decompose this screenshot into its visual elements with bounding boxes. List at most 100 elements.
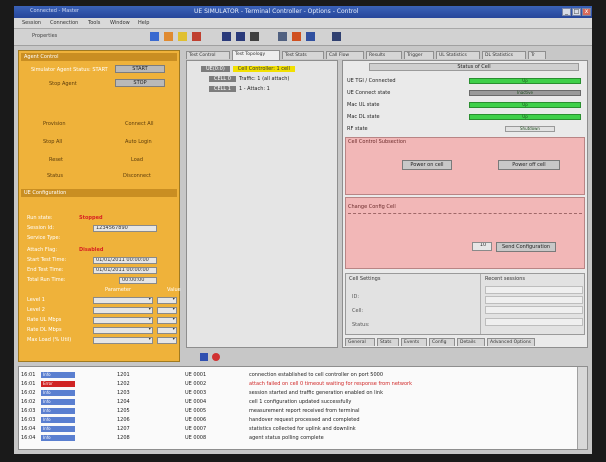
log-ue-id: UE 0001	[185, 372, 207, 378]
subtab-events[interactable]: Events	[401, 338, 427, 346]
tab-test-topology[interactable]: Test Topology	[232, 50, 280, 60]
play-icon[interactable]	[292, 32, 301, 41]
change-config-section: Change Config Cell 10 Send Configuration	[345, 197, 585, 269]
log-row[interactable]: 16:02 Info 1203 UE 0003 session started …	[21, 389, 585, 397]
monitor-icon[interactable]	[222, 32, 231, 41]
menu-connection[interactable]: Connection	[50, 20, 78, 26]
power-off-cell-button[interactable]: Power off cell	[498, 160, 560, 170]
total-run-time-field[interactable]: 00:00:00	[119, 277, 157, 284]
action-stop-all[interactable]: Stop All	[43, 139, 62, 145]
toolbar-label: Properties	[32, 33, 58, 39]
save-icon[interactable]	[150, 32, 159, 41]
subtab-advanced-options[interactable]: Advanced Options	[487, 338, 535, 346]
param-row-3-value[interactable]	[157, 317, 177, 324]
cell-control-section: Cell Control Subsection Power on cell Po…	[345, 137, 585, 195]
action-provision[interactable]: Provision	[43, 121, 66, 127]
minimize-button[interactable]: _	[562, 8, 571, 16]
tab-call-flow[interactable]: Call Flow	[326, 51, 364, 59]
tab-trigger[interactable]: Trigger	[404, 51, 434, 59]
list-item[interactable]	[485, 286, 583, 294]
menu-tools[interactable]: Tools	[88, 20, 100, 26]
list-item[interactable]	[485, 306, 583, 314]
menu-bar: Session Connection Tools Window Help	[14, 18, 592, 29]
log-row[interactable]: 16:04 Info 1207 UE 0007 statistics colle…	[21, 425, 585, 433]
action-connect-all[interactable]: Connect All	[125, 121, 153, 127]
param-row-5-value[interactable]	[157, 337, 177, 344]
stop-button[interactable]: STOP	[115, 79, 165, 87]
log-code: 1201	[117, 372, 130, 378]
status-label: Mac UL state	[347, 102, 380, 108]
session-id-field[interactable]: 1234567890	[93, 225, 157, 232]
list-item[interactable]	[485, 318, 583, 326]
log-row[interactable]: 16:03 Info 1206 UE 0006 handover request…	[21, 416, 585, 424]
send-configuration-button[interactable]: Send Configuration	[496, 242, 556, 252]
tree-row[interactable]: CELL 0 Traffic: 1 (all attach)	[209, 75, 289, 83]
print-icon[interactable]	[192, 32, 201, 41]
tree-row[interactable]: CELL 11 - Attach: 1	[209, 85, 270, 93]
tab-test-stats[interactable]: Test Stats	[282, 51, 324, 59]
menu-help[interactable]: Help	[138, 20, 149, 26]
tree-row[interactable]: UE(0:0) Cell Controller: 1 cell	[201, 65, 298, 73]
status-label: RF state	[347, 126, 368, 132]
tab-results[interactable]: Results	[366, 51, 402, 59]
tab-dl-statistics[interactable]: DL Statistics	[482, 51, 526, 59]
end-time-field[interactable]: 01/01/2011 00:00:00	[93, 267, 157, 274]
log-code: 1205	[117, 408, 130, 414]
total-run-time-label: Total Run Time:	[27, 277, 66, 283]
start-time-field[interactable]: 01/01/2011 00:00:00	[93, 257, 157, 264]
param-row-2-value[interactable]	[157, 307, 177, 314]
subtab-details[interactable]: Details	[457, 338, 485, 346]
status-header: Status of Cell	[369, 63, 579, 71]
recent-sessions-list[interactable]: Recent sessions	[480, 274, 585, 334]
subtab-config[interactable]: Config	[429, 338, 455, 346]
param-row-5-select[interactable]	[93, 337, 153, 344]
subtab-general[interactable]: General	[345, 338, 375, 346]
key-icon[interactable]	[278, 32, 287, 41]
log-row[interactable]: 16:01 Error 1202 UE 0002 attach failed o…	[21, 380, 585, 388]
network-icon[interactable]	[236, 32, 245, 41]
param-row-4-value[interactable]	[157, 327, 177, 334]
tab-test-control[interactable]: Test Control	[186, 51, 230, 59]
log-row[interactable]: 16:02 Info 1204 UE 0004 cell 1 configura…	[21, 398, 585, 406]
table-header-value: Value	[167, 287, 181, 293]
tab-ul-statistics[interactable]: UL Statistics	[436, 51, 480, 59]
log-row[interactable]: 16:04 Info 1208 UE 0008 agent status pol…	[21, 434, 585, 442]
param-row-1-value[interactable]	[157, 297, 177, 304]
tab-overflow[interactable]: Tr	[528, 51, 546, 59]
lock-icon[interactable]	[250, 32, 259, 41]
action-status[interactable]: Status	[47, 173, 63, 179]
start-button[interactable]: START	[115, 65, 165, 73]
settings-icon[interactable]	[332, 32, 341, 41]
recent-sessions-title: Recent sessions	[485, 276, 525, 282]
subtab-stats[interactable]: Stats	[377, 338, 399, 346]
log-scrollbar[interactable]	[577, 367, 587, 449]
folder-icon[interactable]	[178, 32, 187, 41]
log-row[interactable]: 16:03 Info 1205 UE 0005 measurement repo…	[21, 407, 585, 415]
open-icon[interactable]	[164, 32, 173, 41]
action-disconnect[interactable]: Disconnect	[123, 173, 151, 179]
action-reset[interactable]: Reset	[49, 157, 63, 163]
log-level-badge: Info	[41, 426, 75, 432]
log-clear-icon[interactable]	[200, 353, 208, 361]
cell-control-title: Cell Control Subsection	[348, 139, 407, 145]
window-subtitle: Connected - Master	[30, 8, 79, 14]
log-stop-icon[interactable]	[212, 353, 220, 361]
maximize-button[interactable]: □	[572, 8, 581, 16]
log-message: agent status polling complete	[249, 435, 324, 441]
log-row[interactable]: 16:01 Info 1201 UE 0001 connection estab…	[21, 371, 585, 379]
param-row-2-select[interactable]	[93, 307, 153, 314]
close-button[interactable]: x	[582, 8, 591, 16]
param-row-1-select[interactable]	[93, 297, 153, 304]
status-bar[interactable]: Shutdown	[505, 126, 555, 132]
power-on-cell-button[interactable]: Power on cell	[402, 160, 452, 170]
chart-icon[interactable]	[306, 32, 315, 41]
list-item[interactable]	[485, 296, 583, 304]
action-auto-login[interactable]: Auto Login	[125, 139, 152, 145]
log-message: cell 1 configuration updated successfull…	[249, 399, 352, 405]
param-row-4-select[interactable]	[93, 327, 153, 334]
config-value-field[interactable]: 10	[472, 242, 492, 251]
menu-window[interactable]: Window	[110, 20, 130, 26]
menu-session[interactable]: Session	[22, 20, 41, 26]
action-load[interactable]: Load	[131, 157, 143, 163]
param-row-3-select[interactable]	[93, 317, 153, 324]
